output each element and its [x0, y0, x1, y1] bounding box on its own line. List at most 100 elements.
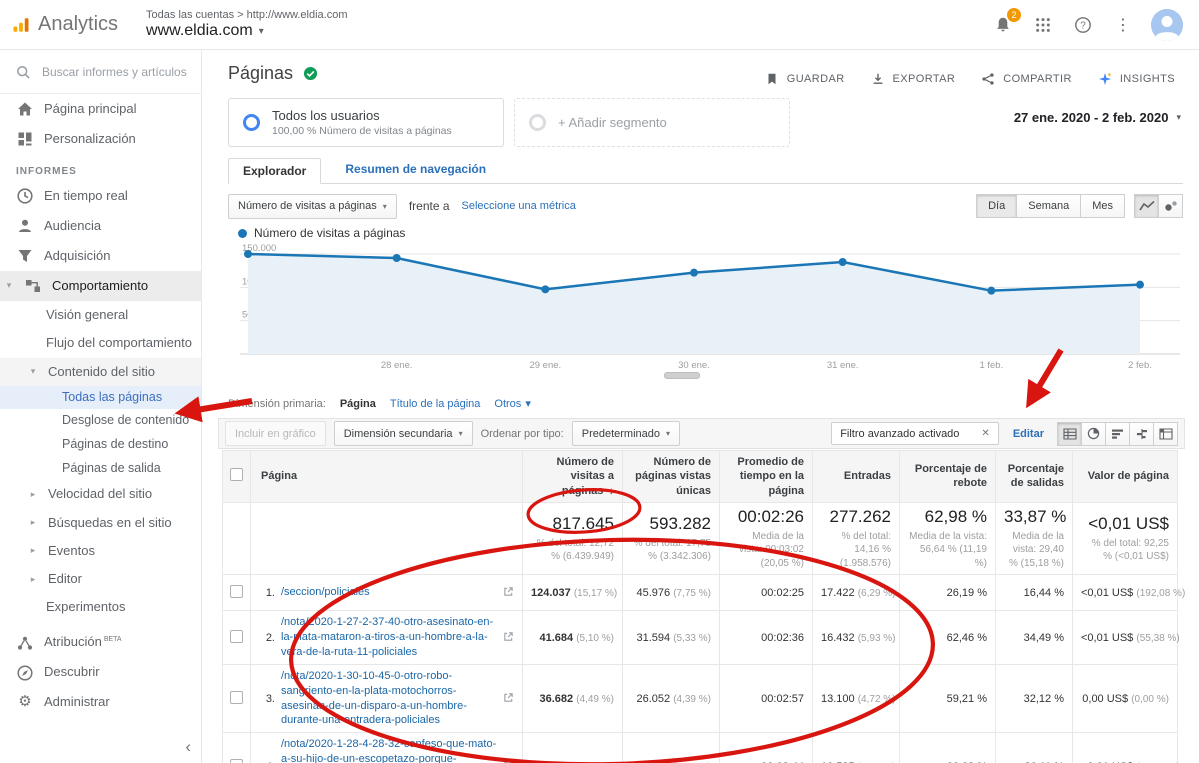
sidebar-item-overview[interactable]: Visión general — [0, 301, 201, 329]
percentage-view-button[interactable] — [1081, 422, 1106, 446]
dimension-page-title[interactable]: Título de la página — [390, 398, 481, 410]
sidebar-item-attribution[interactable]: AtribuciónBETA — [0, 628, 201, 658]
page-link[interactable]: /nota/2020-1-30-10-45-0-otro-robo-sangri… — [281, 669, 497, 728]
help-icon: ? — [1074, 16, 1092, 34]
tab-navigation-summary[interactable]: Resumen de navegación — [331, 157, 500, 183]
sidebar-item-content-drilldown[interactable]: Desglose de contenido — [0, 409, 201, 433]
external-link-icon[interactable] — [503, 631, 514, 645]
select-metric-link[interactable]: Seleccione una métrica — [462, 200, 576, 212]
secondary-dimension-button[interactable]: Dimensión secundaria ▾ — [334, 421, 473, 446]
column-header-avg-time[interactable]: Promedio de tiempo en la página — [720, 451, 813, 503]
avatar[interactable] — [1151, 9, 1183, 41]
sort-type-label: Ordenar por tipo: — [481, 428, 564, 440]
attribution-icon — [16, 634, 34, 652]
table-view-button[interactable] — [1057, 422, 1082, 446]
column-header-bounce-rate[interactable]: Porcentaje de rebote — [900, 451, 996, 503]
account-switcher[interactable]: Todas las cuentas > http://www.eldia.com… — [146, 9, 347, 40]
insights-icon — [1096, 70, 1114, 88]
sidebar-item-site-content[interactable]: ▾ Contenido del sitio — [0, 358, 201, 386]
tab-explorer[interactable]: Explorador — [228, 158, 321, 184]
metric-selector[interactable]: Número de visitas a páginas ▾ — [228, 194, 397, 219]
sidebar-item-admin[interactable]: ⚙ Administrar — [0, 688, 201, 718]
sidebar-item-exit-pages[interactable]: Páginas de salida — [0, 457, 201, 481]
line-chart-button[interactable] — [1134, 194, 1159, 218]
chevron-down-icon: ▾ — [383, 202, 387, 211]
segment-all-users[interactable]: Todos los usuarios 100,00 % Número de vi… — [228, 98, 504, 147]
export-button[interactable]: EXPORTAR — [869, 70, 956, 88]
add-segment-button[interactable]: + Añadir segmento — [514, 98, 790, 147]
sidebar-item-publisher[interactable]: ▸ Editor — [0, 565, 201, 593]
sort-type-button[interactable]: Predeterminado ▾ — [572, 421, 680, 446]
pageviews-chart[interactable]: 50.000100.000150.00028 ene.29 ene.30 ene… — [240, 244, 1180, 380]
sidebar-item-site-speed[interactable]: ▸ Velocidad del sitio — [0, 480, 201, 508]
sidebar-item-events[interactable]: ▸ Eventos — [0, 537, 201, 565]
sidebar-item-home[interactable]: Página principal — [0, 94, 201, 124]
page-link[interactable]: /nota/2020-1-27-2-37-40-otro-asesinato-e… — [281, 615, 497, 660]
chart-scrollbar[interactable] — [664, 372, 700, 379]
table-row: 3./nota/2020-1-30-10-45-0-otro-robo-sang… — [223, 664, 1178, 732]
insights-button[interactable]: INSIGHTS — [1096, 70, 1175, 88]
download-icon — [869, 70, 887, 88]
select-all-checkbox[interactable] — [230, 468, 243, 481]
sidebar-item-realtime[interactable]: En tiempo real — [0, 181, 201, 211]
comparison-view-button[interactable] — [1129, 422, 1154, 446]
caret-right-icon: ▸ — [28, 517, 38, 528]
sidebar-item-audience[interactable]: Audiencia — [0, 211, 201, 241]
date-range-selector[interactable]: 27 ene. 2020 - 2 feb. 2020 ▾ — [1014, 110, 1181, 125]
search-input[interactable] — [40, 64, 191, 80]
sidebar-item-behavior[interactable]: ▾ Comportamiento — [0, 271, 201, 301]
sidebar-item-customization[interactable]: Personalización — [0, 124, 201, 154]
granularity-day-button[interactable]: Día — [976, 194, 1017, 218]
row-checkbox[interactable] — [230, 630, 243, 643]
acquisition-icon — [16, 247, 34, 265]
row-checkbox[interactable] — [230, 759, 243, 763]
row-checkbox[interactable] — [230, 691, 243, 704]
performance-view-button[interactable] — [1105, 422, 1130, 446]
clear-filter-button[interactable]: ✕ — [981, 428, 989, 439]
breadcrumb: Todas las cuentas > http://www.eldia.com — [146, 9, 347, 21]
save-icon — [763, 70, 781, 88]
sidebar-item-experiments[interactable]: Experimentos — [0, 593, 201, 621]
sidebar-item-landing-pages[interactable]: Páginas de destino — [0, 433, 201, 457]
save-button[interactable]: GUARDAR — [763, 70, 845, 88]
page-link[interactable]: /seccion/policiales — [281, 585, 497, 600]
page-link[interactable]: /nota/2020-1-28-4-28-32-confeso-que-mato… — [281, 737, 497, 763]
more-options-button[interactable]: ⋮ — [1111, 13, 1135, 37]
sidebar-item-discover[interactable]: Descubrir — [0, 658, 201, 688]
sidebar-item-all-pages[interactable]: Todas las páginas — [0, 386, 201, 410]
sidebar-item-behavior-flow[interactable]: Flujo del comportamiento — [0, 329, 201, 357]
column-header-entrances[interactable]: Entradas — [813, 451, 900, 503]
gear-icon: ⚙ — [16, 694, 34, 712]
caret-down-icon: ▾ — [28, 366, 38, 377]
row-checkbox[interactable] — [230, 585, 243, 598]
column-header-exit-rate[interactable]: Porcentaje de salidas — [996, 451, 1073, 503]
external-link-icon[interactable] — [503, 586, 514, 600]
column-header-pageviews[interactable]: Número de visitas a páginas ↓ — [523, 451, 623, 503]
column-header-page-value[interactable]: Valor de página — [1073, 451, 1178, 503]
external-link-icon[interactable] — [503, 692, 514, 706]
apps-grid-button[interactable] — [1031, 13, 1055, 37]
notification-badge: 2 — [1007, 8, 1021, 22]
column-header-page[interactable]: Página — [251, 451, 523, 503]
total-pageviews: 817.645 — [531, 514, 614, 534]
caret-right-icon: ▸ — [28, 574, 38, 585]
analytics-logo[interactable]: Analytics — [0, 13, 118, 36]
sidebar-item-acquisition[interactable]: Adquisición — [0, 241, 201, 271]
sidebar-collapse-button[interactable]: ‹ — [185, 737, 191, 757]
dimension-page[interactable]: Página — [340, 398, 376, 410]
column-header-unique-pageviews[interactable]: Número de páginas vistas únicas — [623, 451, 720, 503]
svg-text:28 ene.: 28 ene. — [381, 360, 413, 371]
granularity-week-button[interactable]: Semana — [1016, 194, 1081, 218]
chevron-down-icon: ▾ — [459, 429, 463, 438]
dimension-others[interactable]: Otros ▾ — [494, 397, 530, 410]
motion-chart-button[interactable] — [1158, 194, 1183, 218]
svg-text:1 feb.: 1 feb. — [979, 360, 1003, 371]
sidebar-item-site-search[interactable]: ▸ Búsquedas en el sitio — [0, 509, 201, 537]
edit-filter-link[interactable]: Editar — [1013, 428, 1044, 440]
granularity-month-button[interactable]: Mes — [1080, 194, 1125, 218]
notifications-button[interactable]: 2 — [991, 13, 1015, 37]
app-name: Analytics — [38, 13, 118, 36]
help-button[interactable]: ? — [1071, 13, 1095, 37]
pivot-view-button[interactable] — [1153, 422, 1178, 446]
share-button[interactable]: COMPARTIR — [979, 70, 1072, 88]
